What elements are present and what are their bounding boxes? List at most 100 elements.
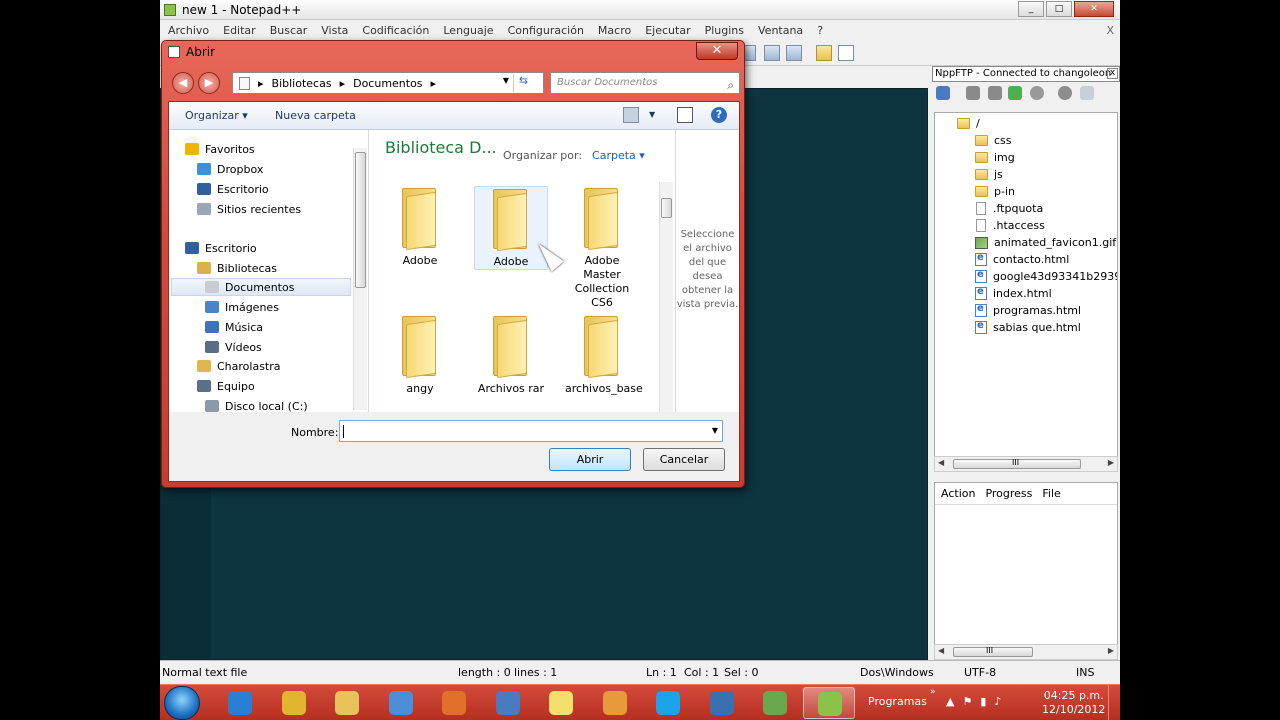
queue-scroll-thumb[interactable]: III [953, 646, 1033, 657]
file-list-scrollbar[interactable] [659, 182, 673, 412]
npp-menu-item[interactable]: Lenguaje [443, 24, 493, 37]
breadcrumb-documentos[interactable]: Documentos [353, 77, 422, 90]
settings-gear-icon[interactable] [1058, 86, 1072, 100]
view-options-icon[interactable] [623, 107, 639, 123]
close-button[interactable]: ✕ [1074, 1, 1114, 17]
nppftp-close-icon[interactable]: x [1107, 68, 1118, 79]
ftp-tree-hscrollbar[interactable]: ◀ III ▶ [934, 456, 1118, 472]
preview-pane-icon[interactable] [677, 107, 693, 123]
file-name-input[interactable]: ▼ [339, 420, 723, 442]
message-window-icon[interactable] [1080, 86, 1094, 100]
taskbar-app-button[interactable] [535, 687, 587, 719]
nav-item[interactable]: Sitios recientes [197, 200, 301, 218]
ftp-tree-item[interactable]: sabias que.html [975, 319, 1081, 336]
nav-item[interactable]: Imágenes [205, 298, 279, 316]
npp-menu-item[interactable]: Editar [223, 24, 256, 37]
npp-menu-item[interactable]: Vista [321, 24, 348, 37]
taskbar-app-button[interactable] [802, 687, 855, 719]
npp-menu-item[interactable]: Codificación [362, 24, 429, 37]
ftp-tree-item[interactable]: img [975, 149, 1015, 166]
breadcrumb-bibliotecas[interactable]: Bibliotecas [272, 77, 332, 90]
taskbar-app-button[interactable] [589, 687, 641, 719]
ftp-tree-item[interactable]: contacto.html [975, 251, 1069, 268]
nav-item[interactable]: Documentos [171, 278, 351, 296]
minimize-button[interactable]: _ [1018, 1, 1044, 17]
queue-hscrollbar[interactable]: ◀ III ▶ [934, 644, 1118, 660]
taskbar-app-button[interactable] [428, 687, 480, 719]
taskbar-app-button[interactable] [642, 687, 694, 719]
back-arrow-icon[interactable]: ◀ [172, 72, 194, 94]
ftp-tree-item[interactable]: google43d93341b2939af3 [975, 268, 1117, 285]
nav-item[interactable]: Charolastra [197, 357, 281, 375]
ftp-tree-item[interactable]: programas.html [975, 302, 1081, 319]
search-icon[interactable]: ⌕ [727, 75, 734, 95]
toolbar-spellcheck-icon[interactable] [838, 45, 854, 61]
ftp-tree-item[interactable]: p-in [975, 183, 1015, 200]
organize-button[interactable]: Organizar ▾ [185, 109, 248, 122]
toolbar-folder-icon[interactable] [816, 45, 832, 61]
organize-by-dropdown[interactable]: Carpeta ▾ [592, 149, 645, 162]
programs-chevron-icon[interactable]: » [930, 687, 936, 697]
npp-menu-item[interactable]: Buscar [270, 24, 308, 37]
nav-pane-scrollbar[interactable] [353, 148, 367, 410]
nav-item[interactable]: Música [205, 318, 263, 336]
folder-item[interactable]: archivos_base [565, 314, 643, 396]
nppftp-file-tree[interactable]: / css img js p-in .ftpquota .htaccess animated_… [934, 112, 1118, 472]
queue-column-header[interactable]: File [1042, 487, 1060, 500]
npp-menu-item[interactable]: Plugins [705, 24, 744, 37]
taskbar-app-button[interactable] [696, 687, 748, 719]
ftp-tree-scroll-thumb[interactable]: III [953, 458, 1081, 469]
file-name-dropdown-icon[interactable]: ▼ [712, 426, 718, 435]
ftp-tree-item[interactable]: .htaccess [975, 217, 1045, 234]
abort-icon[interactable] [1030, 86, 1044, 100]
taskbar-app-button[interactable] [482, 687, 534, 719]
download-icon[interactable] [966, 86, 980, 100]
nav-item[interactable]: Dropbox [197, 160, 263, 178]
queue-column-header[interactable]: Progress [985, 487, 1032, 500]
npp-menu-item[interactable]: ? [817, 24, 823, 37]
nav-item[interactable]: Vídeos [205, 338, 262, 356]
npp-menu-item[interactable]: Ventana [758, 24, 803, 37]
ftp-tree-item[interactable]: animated_favicon1.gif [975, 234, 1116, 251]
taskbar-app-button[interactable] [375, 687, 427, 719]
ftp-tree-item[interactable]: / [957, 115, 980, 132]
npp-menu-item[interactable]: Ejecutar [645, 24, 690, 37]
show-desktop-button[interactable] [1108, 685, 1120, 720]
taskbar-app-button[interactable] [268, 687, 320, 719]
view-dropdown-icon[interactable]: ▼ [649, 110, 655, 119]
folder-item[interactable]: Adobe [383, 186, 457, 268]
npp-menu-item[interactable]: Macro [598, 24, 631, 37]
nav-item[interactable]: Escritorio [197, 180, 269, 198]
taskbar-app-button[interactable] [321, 687, 373, 719]
maximize-button[interactable]: □ [1046, 1, 1072, 17]
nav-item[interactable]: Bibliotecas [197, 259, 277, 277]
toolbar-window-icon[interactable] [786, 45, 802, 61]
folder-item[interactable]: angy [383, 314, 457, 396]
taskbar-clock[interactable]: 04:25 p.m. 12/10/2012 [1042, 689, 1105, 717]
queue-column-header[interactable]: Action [941, 487, 975, 500]
npp-menu-close[interactable]: X [1106, 24, 1114, 37]
address-dropdown-icon[interactable]: ▼ [503, 76, 509, 85]
scroll-left-icon[interactable]: ◀ [938, 646, 944, 655]
help-icon[interactable]: ? [711, 107, 727, 123]
file-list-scroll-thumb[interactable] [661, 198, 672, 218]
open-button[interactable]: Abrir [549, 448, 631, 471]
npp-menu-item[interactable]: Configuración [508, 24, 584, 37]
npp-menu-item[interactable]: Archivo [168, 24, 209, 37]
ftp-tree-item[interactable]: css [975, 132, 1012, 149]
search-input[interactable]: Buscar Documentos ⌕ [550, 72, 740, 94]
connect-icon[interactable] [936, 86, 950, 100]
upload-icon[interactable] [988, 86, 1002, 100]
toolbar-fast-forward-icon[interactable] [764, 45, 780, 61]
nav-item[interactable]: Escritorio [185, 239, 257, 257]
cancel-button[interactable]: Cancelar [643, 448, 725, 471]
navigation-pane[interactable]: Favoritos Dropbox Escritorio Sitios recient… [169, 130, 369, 412]
refresh-icon[interactable]: ⇆ [513, 74, 533, 92]
folder-item[interactable]: Adobe Master Collection CS6 [565, 186, 639, 310]
tray-icons[interactable]: ▲⚑▮♪ [946, 695, 1009, 708]
folder-item[interactable]: Archivos rar [474, 314, 548, 396]
nav-pane-scroll-thumb[interactable] [355, 152, 366, 288]
taskbar-app-button[interactable] [214, 687, 266, 719]
start-button[interactable] [164, 686, 200, 720]
new-folder-button[interactable]: Nueva carpeta [275, 109, 356, 122]
